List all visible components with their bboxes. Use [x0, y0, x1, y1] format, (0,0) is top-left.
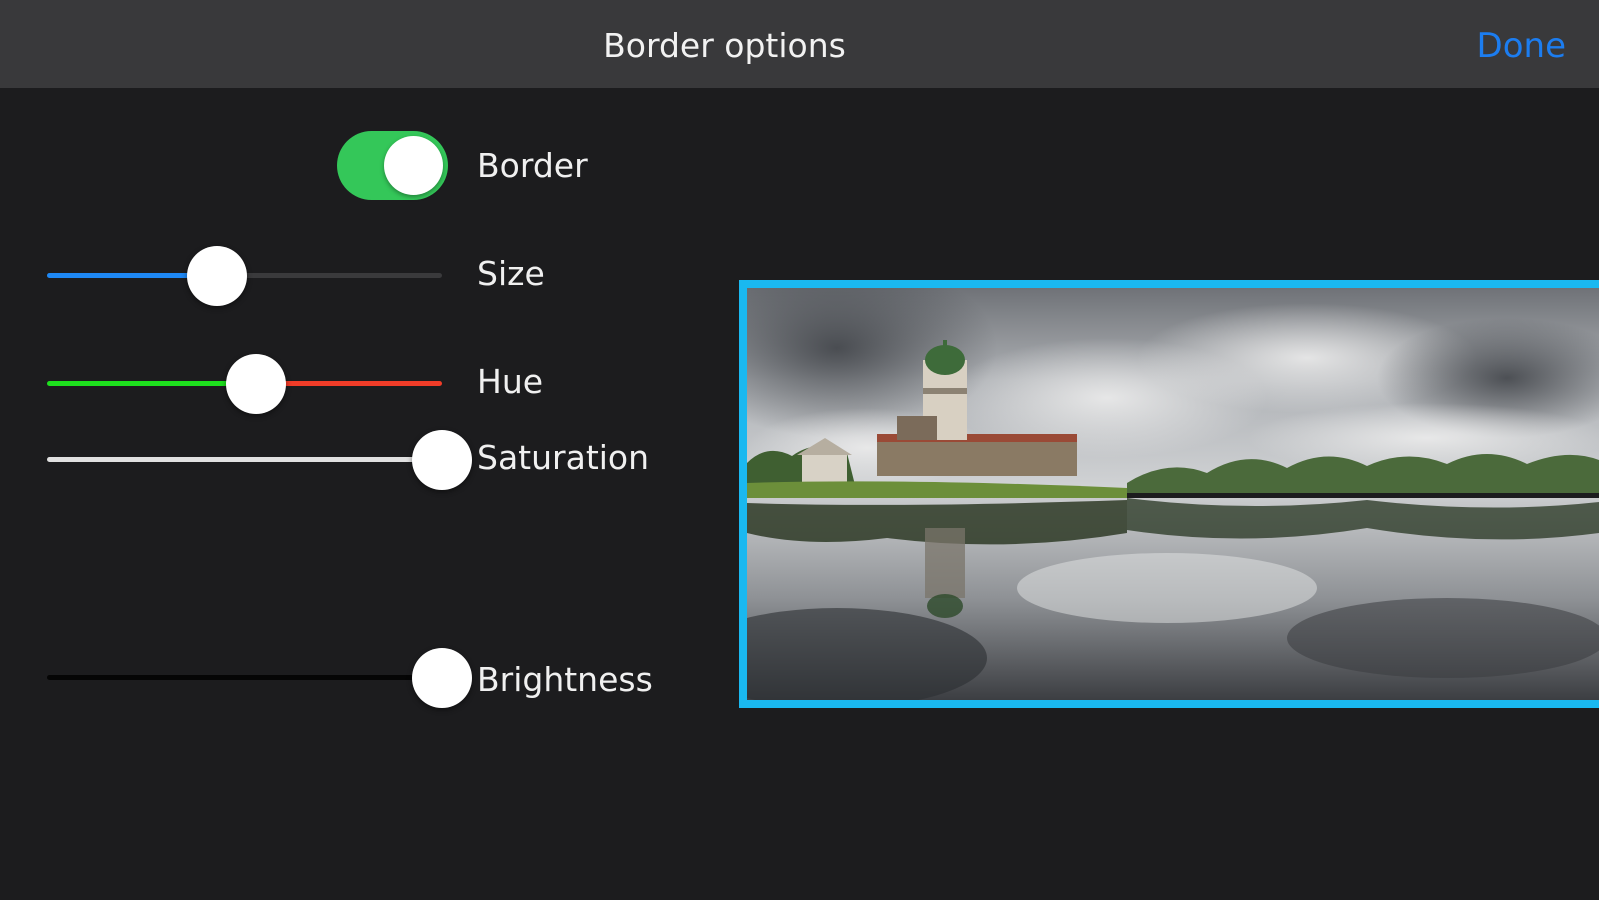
brightness-slider[interactable] [47, 646, 472, 710]
border-label: Border [477, 146, 588, 185]
toggle-knob [384, 136, 443, 195]
border-toggle[interactable] [337, 131, 448, 200]
brightness-track-fill [47, 675, 442, 680]
brightness-track [47, 675, 442, 680]
size-slider-thumb[interactable] [186, 246, 247, 306]
navigation-bar: Border options Done [0, 0, 1599, 88]
saturation-track-fill [47, 457, 442, 462]
saturation-label: Saturation [477, 438, 650, 477]
page-title: Border options [603, 26, 846, 65]
size-label: Size [477, 254, 545, 293]
border-preview [739, 280, 1599, 708]
hue-slider[interactable] [47, 352, 442, 416]
done-button[interactable]: Done [1477, 0, 1566, 92]
size-slider[interactable] [47, 244, 442, 308]
saturation-track [47, 457, 442, 462]
brightness-label: Brightness [477, 660, 653, 699]
brightness-slider-thumb[interactable] [412, 648, 472, 708]
castle-lake-photo [747, 288, 1599, 700]
saturation-slider[interactable] [47, 428, 472, 492]
hue-track-left [47, 381, 257, 386]
saturation-slider-thumb[interactable] [412, 430, 472, 490]
hue-slider-thumb[interactable] [226, 354, 287, 414]
border-options-screen: Border options Done Border Size Hue Satu… [0, 0, 1599, 900]
hue-label: Hue [477, 362, 544, 401]
